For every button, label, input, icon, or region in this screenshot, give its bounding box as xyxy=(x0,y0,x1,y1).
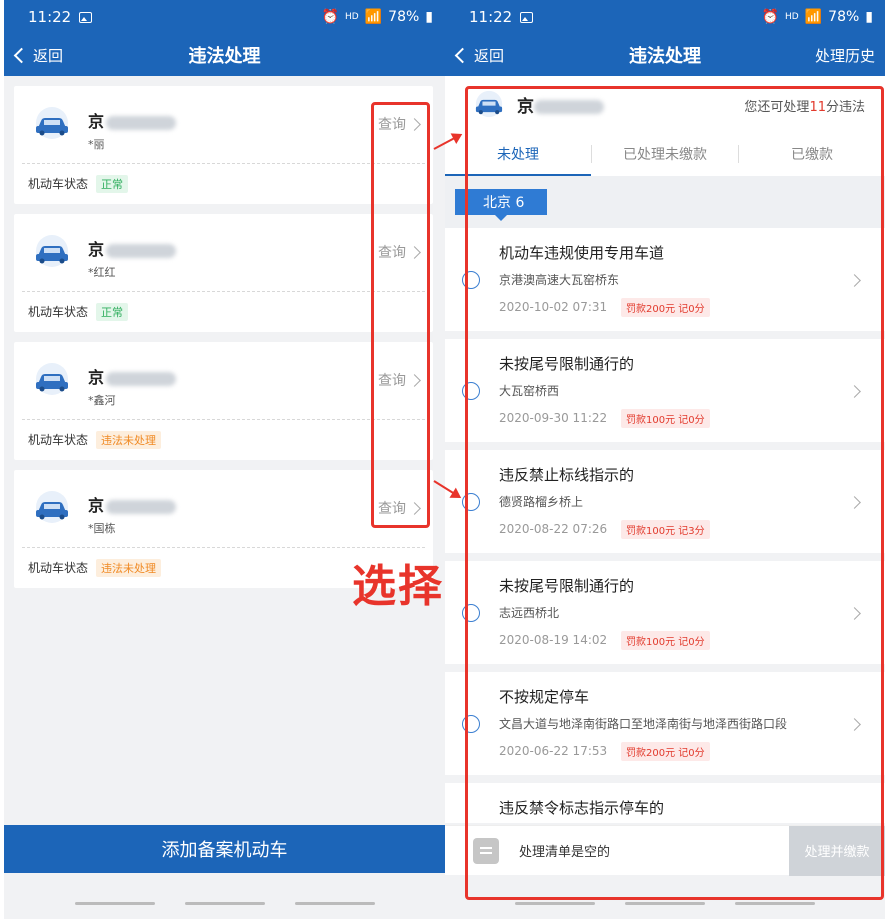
back-label: 返回 xyxy=(474,46,505,65)
back-chevron-icon xyxy=(454,47,471,63)
vehicle-status-label: 机动车状态 xyxy=(28,305,89,319)
home-indicator xyxy=(4,902,445,905)
status-bar: 11:22 ⏰ HD 📶 78% ▮ xyxy=(4,0,445,34)
violation-panel-highlight xyxy=(465,86,884,900)
owner-name: *丽 xyxy=(88,138,105,151)
vehicle-status-label: 机动车状态 xyxy=(28,561,89,575)
home-indicator xyxy=(445,902,885,905)
status-badge: 违法未处理 xyxy=(96,430,162,449)
history-link[interactable]: 处理历史 xyxy=(815,34,875,76)
hd-indicator: HD xyxy=(345,12,359,22)
status-time: 11:22 xyxy=(28,8,72,26)
image-notification-icon xyxy=(520,11,534,23)
back-button[interactable]: 返回 xyxy=(454,34,505,76)
battery-level: 78% xyxy=(828,9,860,25)
car-icon xyxy=(30,234,74,268)
status-badge: 违法未处理 xyxy=(96,558,162,577)
battery-icon: ▮ xyxy=(425,9,433,25)
status-time: 11:22 xyxy=(469,8,513,26)
owner-name: *红红 xyxy=(88,266,116,279)
hd-indicator: HD xyxy=(785,12,799,22)
query-column-highlight xyxy=(371,102,430,528)
add-vehicle-button[interactable]: 添加备案机动车 xyxy=(4,825,445,873)
car-icon xyxy=(30,490,74,524)
battery-level: 78% xyxy=(388,9,420,25)
battery-icon: ▮ xyxy=(865,9,873,25)
alarm-icon: ⏰ xyxy=(321,9,340,25)
back-button[interactable]: 返回 xyxy=(13,34,64,76)
plate-redacted xyxy=(106,243,177,258)
vehicle-status-label: 机动车状态 xyxy=(28,177,89,191)
car-icon xyxy=(30,362,74,396)
owner-name: *鑫河 xyxy=(88,394,116,407)
status-badge: 正常 xyxy=(96,302,129,321)
plate-redacted xyxy=(106,371,177,386)
page-title: 违法处理 xyxy=(629,46,701,67)
nav-bar: 返回 违法处理 处理历史 xyxy=(445,34,885,76)
alarm-icon: ⏰ xyxy=(761,9,780,25)
back-chevron-icon xyxy=(13,47,30,63)
nav-bar: 返回 违法处理 xyxy=(4,34,445,76)
car-icon xyxy=(30,106,74,140)
status-badge: 正常 xyxy=(96,174,129,193)
plate-prefix: 京 xyxy=(88,496,105,515)
plate-prefix: 京 xyxy=(88,112,105,131)
vehicle-status-label: 机动车状态 xyxy=(28,433,89,447)
signal-icon: 📶 xyxy=(364,9,383,25)
plate-number: 京 xyxy=(88,108,177,132)
plate-number: 京 xyxy=(88,492,177,516)
owner-name: *国栋 xyxy=(88,522,116,535)
plate-redacted xyxy=(106,499,177,514)
back-label: 返回 xyxy=(33,46,64,65)
status-bar: 11:22 ⏰ HD 📶 78% ▮ xyxy=(445,0,885,34)
page-title: 违法处理 xyxy=(188,46,261,67)
plate-number: 京 xyxy=(88,236,177,260)
image-notification-icon xyxy=(79,11,93,23)
plate-redacted xyxy=(106,115,177,130)
select-annotation: 选择 xyxy=(352,561,444,612)
plate-number: 京 xyxy=(88,364,177,388)
signal-icon: 📶 xyxy=(804,9,823,25)
plate-prefix: 京 xyxy=(88,240,105,259)
plate-prefix: 京 xyxy=(88,368,105,387)
